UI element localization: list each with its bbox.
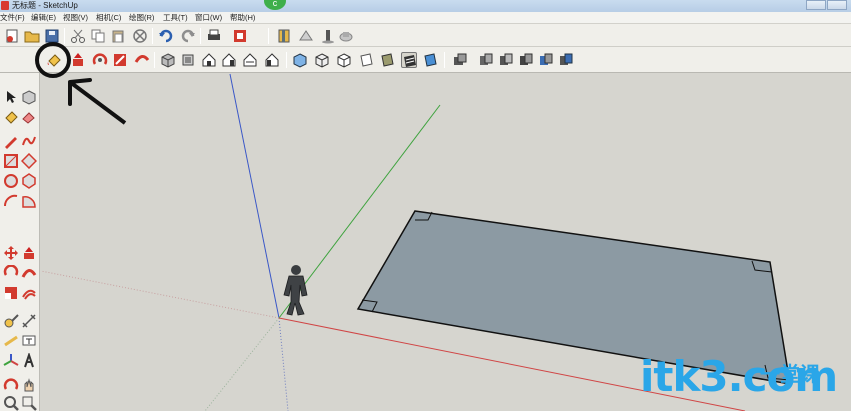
annotation-arrow [68,80,127,125]
drawing-viewport[interactable] [0,0,851,411]
annotation-arrowhead [68,78,92,106]
annotation-circle [35,42,71,78]
blue-axis-hidden [278,317,289,411]
green-axis-hidden [204,317,280,411]
watermark-sub-text: 一堂课 [760,362,820,386]
annotation-callout [35,42,127,125]
blue-axis [229,73,280,319]
red-axis-hidden [40,270,280,319]
sketchup-window: 无标题 - SketchUp c 文件(F) 编辑(E) 视图(V) 相机(C)… [0,0,851,411]
